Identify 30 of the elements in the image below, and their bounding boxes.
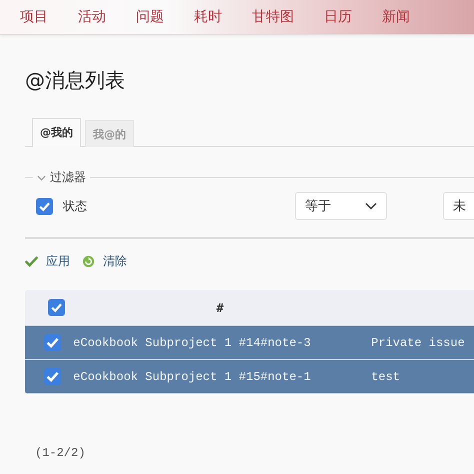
- table-cell-text: test: [370, 370, 401, 384]
- action-link[interactable]: 应用: [25, 253, 70, 270]
- check-icon: [25, 255, 38, 268]
- tab[interactable]: @我的: [32, 118, 81, 147]
- table-cell-text: eCookbook Subproject 1 #15#note-1: [73, 370, 312, 384]
- value-select[interactable]: 未: [443, 192, 474, 220]
- table-cell-text: Private issue: [370, 336, 466, 350]
- checkbox[interactable]: [36, 198, 53, 214]
- page-title: @消息列表: [25, 67, 126, 94]
- menu-item[interactable]: 新闻: [376, 8, 416, 26]
- menu-item[interactable]: 耗时: [188, 8, 228, 26]
- menu-item[interactable]: 活动: [72, 8, 112, 26]
- menu-item[interactable]: 甘特图: [246, 8, 300, 26]
- checkbox[interactable]: [44, 334, 61, 351]
- chevron-icon[interactable]: [37, 174, 46, 180]
- menu-item[interactable]: 日历: [318, 8, 358, 26]
- checkbox[interactable]: [44, 368, 61, 385]
- filter-legend: 过滤器: [50, 169, 86, 186]
- operator-select[interactable]: 等于: [295, 192, 387, 220]
- menu-item[interactable]: 问题: [130, 8, 170, 26]
- reload-icon: [82, 255, 95, 268]
- checkbox[interactable]: [48, 299, 65, 316]
- table-row[interactable]: eCookbook Subproject 1 #14#note-3 Private issue: [25, 326, 474, 360]
- menu-item[interactable]: 项目: [14, 8, 54, 26]
- table-cell-text: eCookbook Subproject 1 #14#note-3: [73, 336, 312, 350]
- table-row[interactable]: eCookbook Subproject 1 #15#note-1 test: [25, 360, 474, 394]
- filter-label: 状态: [63, 198, 88, 214]
- pagination-text: (1-2/2): [34, 446, 86, 460]
- chevron-icon: [365, 202, 377, 210]
- action-link[interactable]: 清除: [82, 253, 127, 270]
